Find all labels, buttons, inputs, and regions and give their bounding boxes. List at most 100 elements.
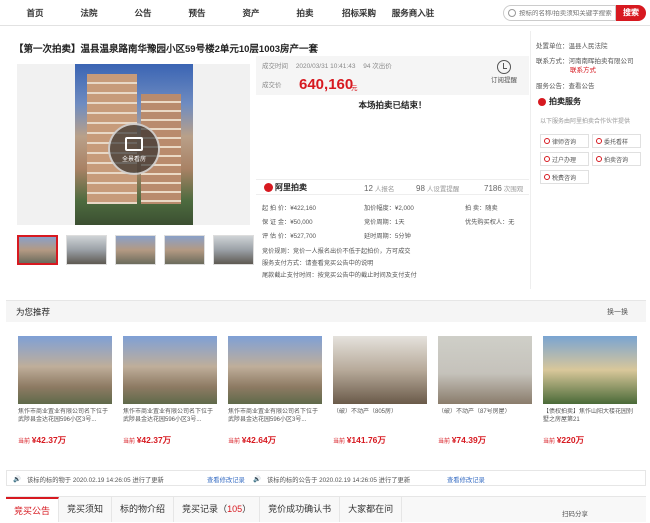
recommend-name[interactable]: 【债权拍卖】焦作山阳大楼花园别墅之房屋第21 (543, 408, 637, 432)
recommend-item[interactable]: 焦作市商业置业有限公司名下位于武陟县金达花园596小区3号... 当前 ¥42.… (18, 336, 112, 446)
notice-text-2: 该标的标的公告于 2020.02.19 14:26:05 进行了更新 (267, 477, 411, 484)
nav-notice[interactable]: 公告 (116, 7, 170, 19)
right-divider (530, 31, 531, 289)
service-consult[interactable]: 拍卖咨询 (592, 152, 641, 166)
stats-bar: 阿里拍卖 12 人报名 98 人设置提醒 7186 次围观 (256, 179, 529, 195)
thumbnail-1[interactable] (17, 235, 58, 265)
thumbnail-5[interactable] (213, 235, 254, 265)
refresh-button[interactable]: 换一换 (607, 307, 628, 317)
recommend-name[interactable]: 焦作市商业置业有限公司名下位于武陟县金达花园596小区3号... (18, 408, 112, 432)
location-icon (596, 138, 602, 144)
recommend-price: 当前 ¥42.37万 (18, 435, 67, 445)
tab-bid-records[interactable]: 竞买记录（105） (174, 497, 261, 522)
tab-bid-rules[interactable]: 竞买须知 (59, 497, 113, 522)
start-price: 起 拍 价：¥422,160 (262, 205, 316, 212)
auction-notes: 竞价规则：竞价一人报名出价不低于起拍价，方可成交 服务支付方式：请查看竞买公告中… (262, 246, 417, 282)
stat-views: 7186 次围观 (484, 184, 524, 193)
service-viewing[interactable]: 委托看样 (592, 134, 641, 148)
deposit: 保 证 金：¥50,000 (262, 219, 313, 226)
service-tax[interactable]: 税费咨询 (540, 170, 589, 184)
recommend-name[interactable]: 焦作市商业置业有限公司名下位于武陟县金达花园596小区3号... (228, 408, 322, 432)
recommend-title: 为您推荐 (16, 307, 51, 317)
nav-provider-join[interactable]: 服务商入驻 (386, 7, 440, 19)
recommend-name[interactable]: （破）不动产（87号房屋） (438, 408, 532, 432)
update-notice: 🔊 该标的标的物于 2020.02.19 14:26:05 进行了更新 查看修改… (6, 470, 646, 486)
nav-auction[interactable]: 拍卖 (278, 7, 332, 19)
recommend-list: 焦作市商业置业有限公司名下位于武陟县金达花园596小区3号... 当前 ¥42.… (18, 336, 637, 446)
note-bid-rule: 竞价规则：竞价一人报名出价不低于起拍价，方可成交 (262, 248, 411, 255)
tab-bid-notice[interactable]: 竞买公告 (6, 497, 60, 522)
service-transfer[interactable]: 过户办理 (540, 152, 589, 166)
service-subtitle: 以下服务由阿里拍卖合作伙伴提供 (540, 119, 631, 125)
tab-confirmation[interactable]: 竞价成功确认书 (260, 497, 341, 522)
recommend-image[interactable] (543, 336, 637, 404)
thumbnail-3[interactable] (115, 235, 156, 265)
notice-link-2[interactable]: 查看修改记录 (447, 475, 485, 484)
priority-buyer: 优先购买权人：无 (465, 219, 515, 226)
search-icon (508, 9, 516, 17)
nav-assets[interactable]: 资产 (224, 7, 278, 19)
service-icon (538, 97, 546, 106)
clock-icon (497, 60, 511, 74)
auction-type: 拍 卖：随卖 (465, 205, 498, 212)
search-input[interactable] (519, 9, 615, 17)
recommend-price: 当前 ¥141.76万 (333, 435, 386, 445)
recommend-item[interactable]: 焦作市商业置业有限公司名下位于武陟县金达花园596小区3号... 当前 ¥42.… (123, 336, 217, 446)
note-deadline: 尾款截止支付时间：按竞买公告中的截止时间及支付支付 (262, 272, 417, 279)
subscribe-remind[interactable]: 订阅提醒 (487, 60, 521, 84)
tab-faq[interactable]: 大家都在问 (340, 497, 403, 522)
detail-tabs: 竞买公告 竞买须知 标的物介绍 竞买记录（105） 竞价成功确认书 大家都在问 (6, 496, 646, 522)
nav-preview[interactable]: 预告 (170, 7, 224, 19)
recommend-image[interactable] (123, 336, 217, 404)
recommend-image[interactable] (18, 336, 112, 404)
end-time-row: 成交时间 2020/03/31 10:41:43 94 次出价 (262, 60, 398, 70)
panorama-icon (125, 137, 143, 151)
bid-cycle: 竞价周期：1天 (364, 219, 405, 226)
notice-text-1: 该标的标的物于 2020.02.19 14:26:05 进行了更新 (27, 477, 164, 484)
contact-link[interactable]: 联系方式 (570, 64, 650, 74)
auction-ended-text: 本场拍卖已结束！ (358, 100, 427, 110)
bid-increment: 加价幅度：¥2,000 (364, 205, 414, 212)
stat-registered: 12 人报名 (364, 184, 395, 193)
transfer-icon (544, 156, 550, 162)
tab-item-intro[interactable]: 标的物介绍 (112, 497, 175, 522)
price-label: 成交价 (262, 82, 282, 89)
auction-title: 【第一次拍卖】温县温泉路南华豫园小区59号楼2单元10层1003房产一套 (14, 44, 319, 55)
nav-procurement[interactable]: 招标采购 (332, 7, 386, 19)
bid-count: 94 次出价 (363, 63, 392, 70)
price-unit: 元 (351, 85, 358, 92)
thumbnail-2[interactable] (66, 235, 107, 265)
lawyer-icon (544, 138, 550, 144)
main-image[interactable]: 全景看房 (17, 64, 250, 225)
recommend-name[interactable]: 焦作市商业置业有限公司名下位于武陟县金达花园596小区3号... (123, 408, 217, 432)
appraisal-price: 评 估 价：¥527,700 (262, 233, 316, 240)
watch-notice[interactable]: 服务公告：查看公告 (536, 80, 650, 90)
recommend-price: 当前 ¥220万 (543, 435, 585, 445)
recommend-item[interactable]: （破）不动产（87号房屋） 当前 ¥74.39万 (438, 336, 532, 446)
panorama-label: 全景看房 (121, 157, 146, 163)
notice-link-1[interactable]: 查看修改记录 (207, 475, 245, 484)
service-lawyer[interactable]: 律师咨询 (540, 134, 589, 148)
search-button[interactable]: 搜索 (616, 5, 646, 21)
end-time-label: 成交时间 (262, 63, 288, 70)
scan-share[interactable]: 扫码分享 (562, 508, 588, 518)
recommend-item[interactable]: （破）不动产（805房） 当前 ¥141.76万 (333, 336, 427, 446)
recommend-price: 当前 ¥42.37万 (123, 435, 172, 445)
nav-court[interactable]: 法院 (62, 7, 116, 19)
recommend-header (6, 300, 646, 322)
thumbnail-4[interactable] (164, 235, 205, 265)
end-time-value: 2020/03/31 10:41:43 (295, 63, 356, 70)
final-price: 640,160 (299, 76, 354, 93)
recommend-item[interactable]: 焦作市商业置业有限公司名下位于武陟县金达花园596小区3号... 当前 ¥42.… (228, 336, 322, 446)
recommend-item[interactable]: 【债权拍卖】焦作山阳大楼花园别墅之房屋第21 当前 ¥220万 (543, 336, 637, 446)
nav-home[interactable]: 首页 (8, 7, 62, 19)
details-col-1: 起 拍 价：¥422,160 保 证 金：¥50,000 评 估 价：¥527,… (262, 202, 316, 244)
recommend-name[interactable]: （破）不动产（805房） (333, 408, 427, 432)
court-info: 处置单位：温县人民法院 (536, 43, 608, 50)
delay-cycle: 延时周期：5分钟 (364, 233, 411, 240)
recommend-image[interactable] (333, 336, 427, 404)
recommend-image[interactable] (438, 336, 532, 404)
recommend-image[interactable] (228, 336, 322, 404)
panorama-button[interactable]: 全景看房 (108, 123, 160, 175)
service-grid: 律师咨询 委托看样 过户办理 拍卖咨询 税费咨询 (540, 134, 644, 188)
